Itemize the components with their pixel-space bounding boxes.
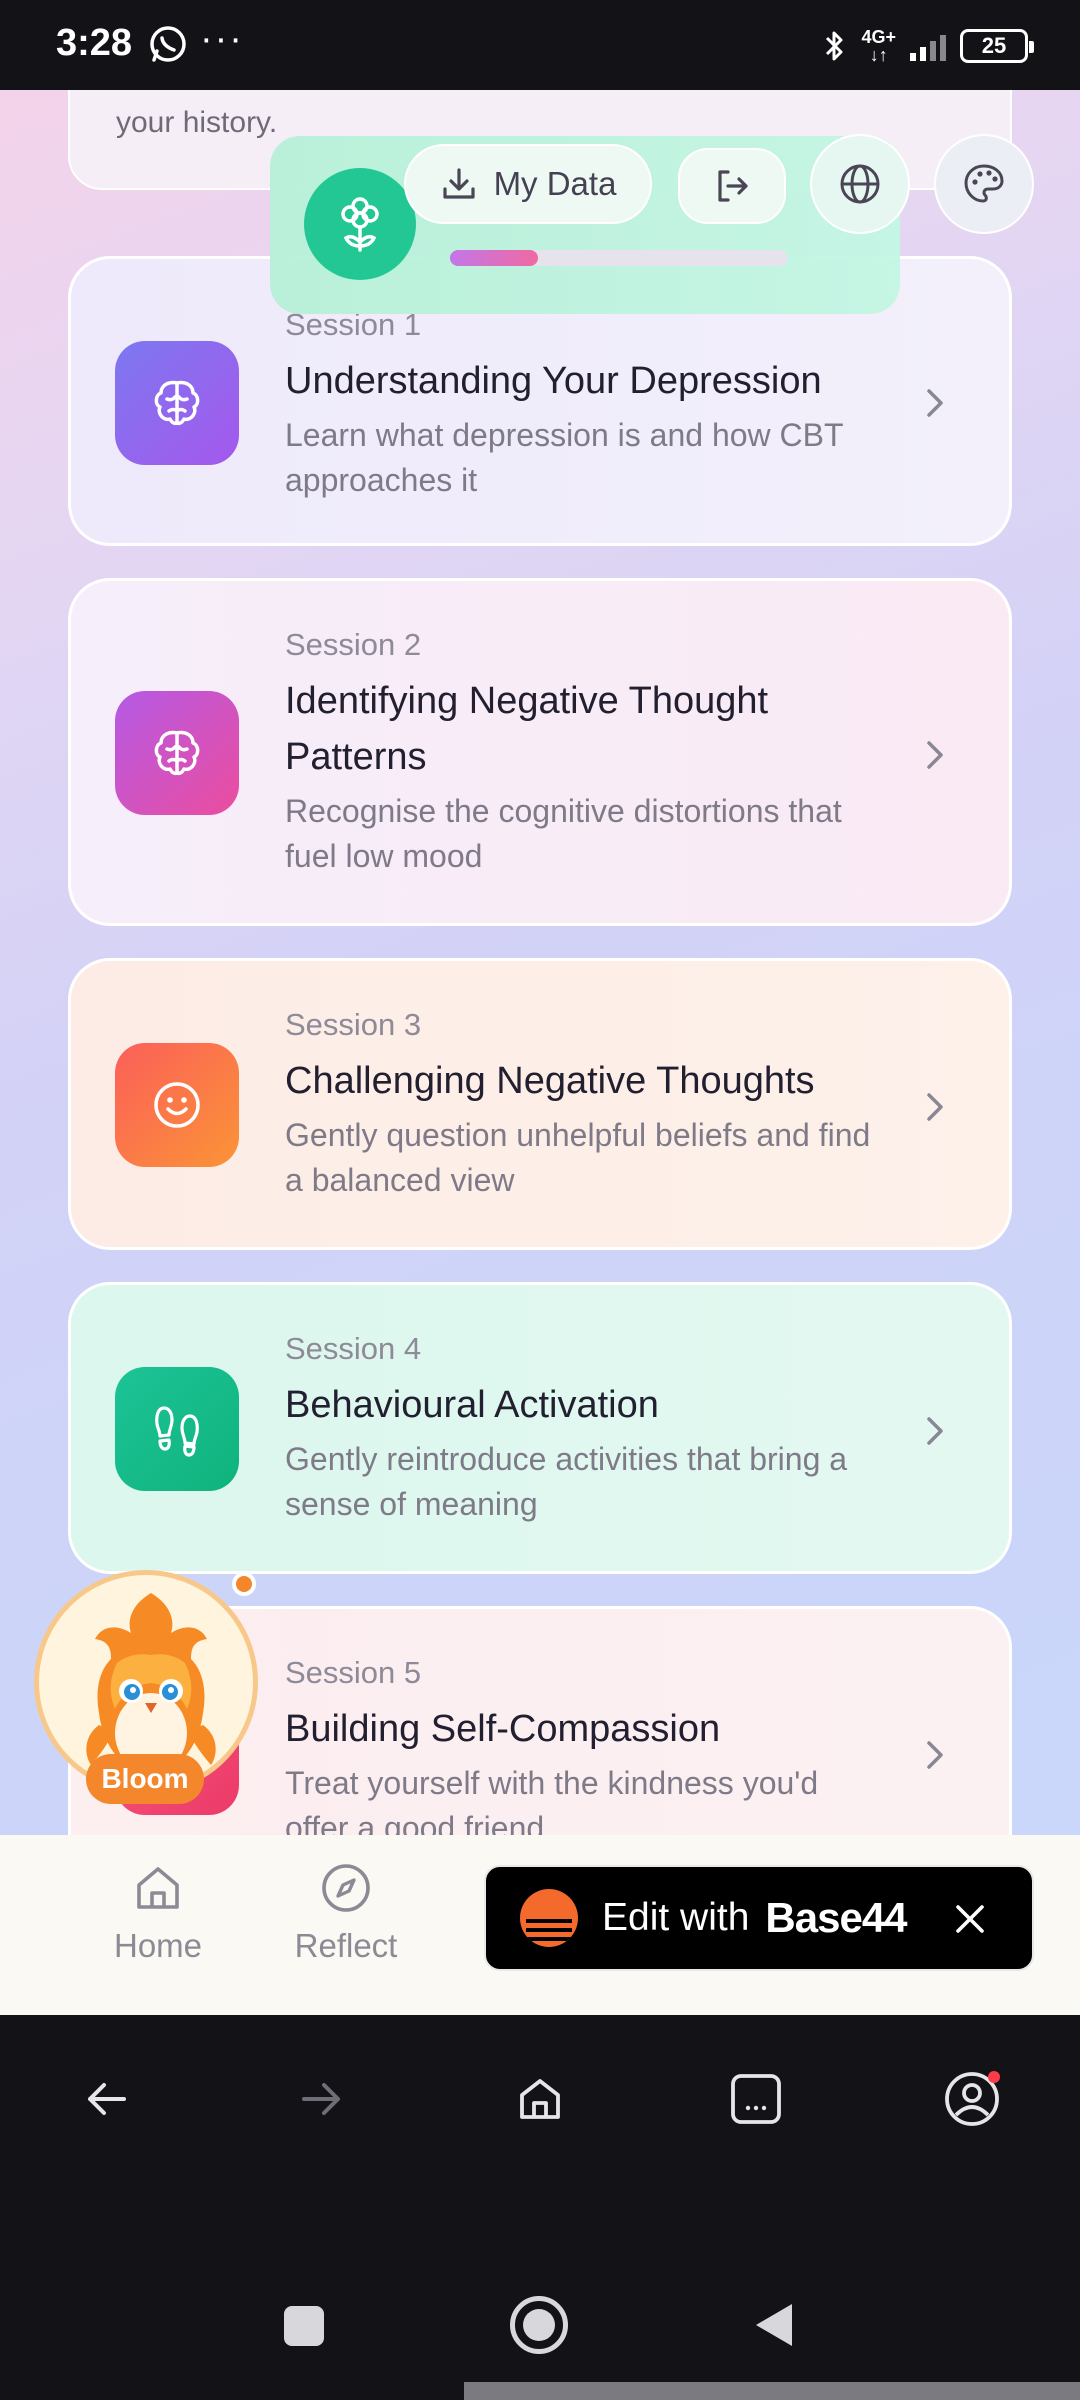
compass-icon — [322, 1864, 370, 1912]
chevron-right-icon — [927, 389, 943, 417]
signal-icon — [910, 31, 946, 61]
logout-button[interactable] — [678, 148, 786, 224]
account-icon — [945, 2071, 1000, 2126]
app-viewport: your history. Session 1 Understanding Yo… — [0, 90, 1080, 1925]
session-card-4[interactable]: Session 4 Behavioural Activation Gently … — [68, 1282, 1012, 1574]
close-icon[interactable] — [948, 1897, 992, 1941]
home-icon — [520, 2079, 560, 2119]
base44-logo-icon — [520, 1889, 578, 1947]
battery-icon: 25 — [960, 29, 1034, 63]
session-description: Gently reintroduce activities that bring… — [285, 1441, 848, 1522]
base44-brand: Base44 — [765, 1894, 907, 1941]
progress-fill — [450, 250, 538, 266]
gesture-handle — [464, 2382, 1080, 2400]
session-title: Building Self-Compassion — [285, 1708, 721, 1750]
arrow-right-icon — [302, 2083, 340, 2115]
session-description: Gently question unhelpful beliefs and fi… — [285, 1117, 871, 1198]
chevron-right-icon — [927, 741, 943, 769]
profile-button[interactable] — [940, 2067, 1004, 2131]
nav-reflect[interactable]: Reflect — [266, 1861, 426, 1965]
whatsapp-icon — [150, 26, 186, 62]
forward-button[interactable] — [290, 2067, 354, 2131]
flower-logo-icon[interactable] — [304, 168, 416, 280]
chevron-right-icon — [927, 1417, 943, 1445]
brain-icon — [115, 341, 239, 465]
chevron-right-icon — [927, 1093, 943, 1121]
session-description: Learn what depression is and how CBT app… — [285, 417, 843, 498]
history-card-text: your history. — [116, 106, 278, 139]
back-button[interactable] — [74, 2067, 138, 2131]
session-title: Challenging Negative Thoughts — [285, 1060, 815, 1102]
tabs-button[interactable] — [724, 2067, 788, 2131]
brain-icon — [115, 691, 239, 815]
globe-icon — [840, 164, 880, 204]
session-title: Identifying Negative Thought Patterns — [285, 680, 769, 778]
footprints-icon — [115, 1367, 239, 1491]
palette-icon — [964, 164, 1004, 203]
nav-home[interactable]: Home — [78, 1861, 238, 1965]
system-back-button[interactable] — [752, 2300, 796, 2350]
session-number: Session 5 — [285, 1655, 422, 1690]
session-title: Behavioural Activation — [285, 1384, 659, 1426]
more-notifications-icon: ··· — [200, 18, 244, 60]
browser-home-button[interactable] — [508, 2067, 572, 2131]
theme-button[interactable] — [934, 134, 1034, 234]
logout-icon — [718, 170, 748, 202]
session-number: Session 3 — [285, 1007, 422, 1042]
session-card-2[interactable]: Session 2 Identifying Negative Thought P… — [68, 578, 1012, 926]
status-bar: 3:28 ··· 4G+ ↓↑ 25 — [0, 0, 1080, 90]
mascot-name-badge: Bloom — [86, 1754, 204, 1804]
chevron-right-icon — [927, 1741, 943, 1769]
session-title: Understanding Your Depression — [285, 360, 822, 402]
language-button[interactable] — [810, 134, 910, 234]
system-navigation — [0, 2180, 1080, 2400]
notification-dot — [232, 1572, 256, 1596]
session-card-3[interactable]: Session 3 Challenging Negative Thoughts … — [68, 958, 1012, 1250]
bluetooth-icon — [826, 31, 843, 61]
home-icon — [137, 1867, 179, 1909]
edit-with-base44-banner[interactable]: Edit with Base44 — [484, 1865, 1034, 1971]
network-indicator: 4G+ ↓↑ — [861, 27, 896, 65]
my-data-label: My Data — [493, 165, 617, 202]
system-home-button[interactable] — [510, 2296, 568, 2354]
smile-icon — [115, 1043, 239, 1167]
session-number: Session 4 — [285, 1331, 422, 1366]
download-icon — [442, 168, 475, 199]
recents-button[interactable] — [284, 2306, 324, 2346]
browser-toolbar — [0, 2015, 1080, 2180]
progress-bar — [450, 250, 788, 266]
status-time: 3:28 — [56, 22, 133, 64]
session-number: Session 2 — [285, 627, 422, 662]
edit-with-label: Edit with — [602, 1896, 750, 1939]
arrow-left-icon — [88, 2083, 126, 2115]
nav-home-label: Home — [113, 1927, 203, 1964]
nav-reflect-label: Reflect — [294, 1927, 398, 1964]
session-description: Recognise the cognitive distortions that… — [285, 793, 842, 874]
my-data-button[interactable]: My Data — [404, 144, 652, 224]
tabs-icon — [731, 2074, 781, 2124]
